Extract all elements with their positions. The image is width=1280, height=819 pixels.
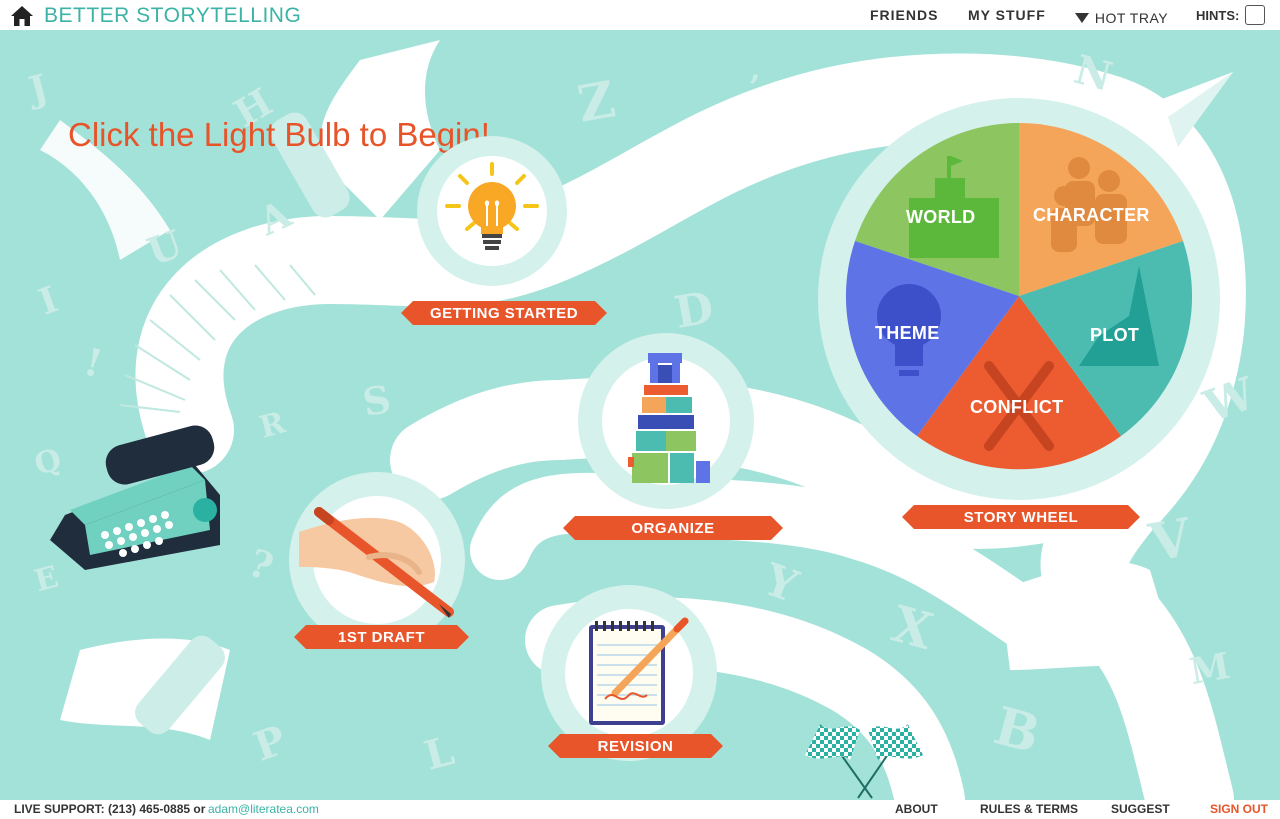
nav-my-stuff[interactable]: MY STUFF bbox=[968, 0, 1046, 30]
wheel-character-label[interactable]: CHARACTER bbox=[1033, 205, 1150, 226]
wheel-conflict-label[interactable]: CONFLICT bbox=[970, 397, 1063, 418]
hand-pencil-icon[interactable] bbox=[289, 472, 465, 648]
hints-label: HINTS: bbox=[1196, 7, 1240, 23]
wheel-plot-label[interactable]: PLOT bbox=[1090, 325, 1139, 346]
home-icon[interactable] bbox=[10, 5, 34, 27]
light-bulb-icon[interactable] bbox=[437, 156, 547, 266]
wheel-theme-label[interactable]: THEME bbox=[875, 323, 940, 344]
footer-suggest-link[interactable]: SUGGEST bbox=[1111, 802, 1170, 816]
organize-button[interactable] bbox=[578, 333, 754, 509]
triangle-down-icon bbox=[1074, 12, 1089, 23]
organize-ribbon[interactable]: ORGANIZE bbox=[563, 516, 783, 540]
app-title: BETTER STORYTELLING bbox=[44, 4, 302, 27]
nav-friends[interactable]: FRIENDS bbox=[870, 0, 938, 30]
support-email-link[interactable]: adam@literatea.com bbox=[208, 802, 319, 816]
hints-checkbox[interactable] bbox=[1245, 5, 1266, 25]
main-canvas: J H A U I ! Q E R S ? Z , D Y X P L B M … bbox=[0, 30, 1280, 800]
footer-rules-link[interactable]: RULES & TERMS bbox=[980, 802, 1078, 816]
getting-started-button[interactable] bbox=[417, 136, 567, 286]
notepad-icon[interactable] bbox=[585, 617, 705, 737]
hot-tray-label: HOT TRAY bbox=[1094, 9, 1169, 26]
footer-about-link[interactable]: ABOUT bbox=[895, 802, 938, 816]
blocks-tower-icon[interactable] bbox=[618, 351, 718, 491]
checkered-flags-icon bbox=[805, 724, 923, 799]
wheel-world-label[interactable]: WORLD bbox=[906, 207, 975, 228]
hints-toggle: HINTS: bbox=[1196, 0, 1266, 30]
support-label: LIVE SUPPORT: (213) 465-0885 or bbox=[14, 802, 206, 816]
revision-ribbon[interactable]: REVISION bbox=[548, 734, 723, 758]
brand[interactable]: BETTER STORYTELLING bbox=[10, 3, 301, 29]
story-wheel-ribbon[interactable]: STORY WHEEL bbox=[902, 505, 1140, 529]
first-draft-button[interactable] bbox=[289, 472, 465, 648]
decor-letter: M bbox=[1186, 644, 1234, 694]
decor-letter: , bbox=[750, 52, 761, 87]
getting-started-ribbon[interactable]: GETTING STARTED bbox=[401, 301, 607, 325]
page-headline: Click the Light Bulb to Begin! bbox=[68, 116, 490, 153]
first-draft-ribbon[interactable]: 1ST DRAFT bbox=[294, 625, 469, 649]
typewriter-icon bbox=[50, 425, 220, 570]
story-wheel bbox=[845, 123, 1193, 470]
footer-sign-out-link[interactable]: SIGN OUT bbox=[1210, 802, 1268, 816]
footer: LIVE SUPPORT: (213) 465-0885 or adam@lit… bbox=[0, 800, 1280, 819]
